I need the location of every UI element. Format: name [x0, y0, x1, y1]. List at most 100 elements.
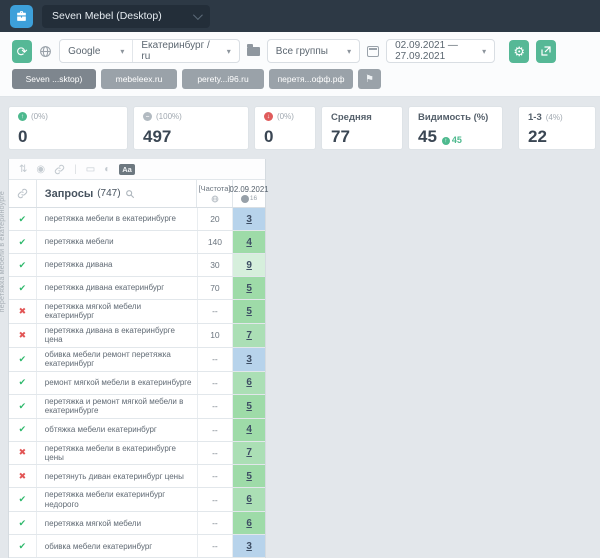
queries-column-header[interactable]: Запросы (747): [37, 180, 197, 207]
search-engine-value: Google: [68, 46, 100, 57]
settings-button[interactable]: ⚙: [509, 40, 529, 63]
position-link[interactable]: 3: [246, 541, 252, 552]
flag-button[interactable]: ⚑: [358, 69, 381, 89]
arrow-down-icon: ↓: [264, 112, 273, 121]
refresh-icon: ⟳: [17, 45, 28, 58]
position-link[interactable]: 7: [246, 330, 252, 341]
position-link[interactable]: 6: [246, 377, 252, 388]
competitor-tab[interactable]: perety...i96.ru: [182, 69, 264, 89]
table-row[interactable]: перетяжка и ремонт мягкой мебели в екате…: [9, 395, 265, 419]
status-icon: [19, 542, 27, 551]
frequency-value: --: [198, 442, 234, 465]
position-link[interactable]: 5: [246, 401, 252, 412]
table-row[interactable]: обивка мебели екатеринбург -- 3: [9, 535, 265, 558]
globe-icon[interactable]: [39, 45, 52, 58]
card-improved[interactable]: ↑(0%) 0: [8, 106, 128, 150]
sort-icon[interactable]: ⇅: [19, 164, 27, 175]
card-visibility[interactable]: Видимость (%) 45 ↑45: [408, 106, 503, 150]
positions-table: ⇅ ◉ | ▭ ◐ Aa Запросы (747): [8, 159, 266, 558]
refresh-button[interactable]: ⟳: [12, 40, 32, 63]
query-text: перетяжка дивана в екатеринбурге цена: [45, 326, 193, 345]
frequency-column-header[interactable]: [Частота]: [197, 180, 233, 207]
projects-button[interactable]: [10, 5, 33, 28]
card-average[interactable]: Средняя 77: [321, 106, 403, 150]
card-top3[interactable]: 1-3(4%) 22: [518, 106, 596, 150]
position-link[interactable]: 5: [246, 306, 252, 317]
status-icon: [19, 307, 27, 316]
query-text: перетяжка мебели екатеринбург недорого: [45, 490, 193, 509]
search-icon[interactable]: [125, 189, 135, 199]
search-engine-select[interactable]: Google ▾: [60, 40, 132, 62]
table-row[interactable]: перетяжка мебели в екатеринбурге 20 3: [9, 208, 265, 231]
table-row[interactable]: перетяжка мебели екатеринбург недорого -…: [9, 488, 265, 512]
table-row[interactable]: перетяжка мягкой мебели екатеринбург -- …: [9, 300, 265, 324]
position-link[interactable]: 4: [246, 237, 252, 248]
card-unchanged[interactable]: –(100%) 497: [133, 106, 249, 150]
card-declined[interactable]: ↓(0%) 0: [254, 106, 316, 150]
frequency-value: 10: [198, 324, 234, 347]
competitor-tab[interactable]: перетя...офф.рф: [269, 69, 353, 89]
table-row[interactable]: перетяжка мебели в екатеринбурге цены --…: [9, 442, 265, 466]
target-icon[interactable]: ◉: [36, 164, 45, 175]
card-value: 77: [331, 128, 393, 145]
status-icon: [19, 284, 27, 293]
snippet-icon[interactable]: ▭: [86, 164, 95, 175]
position-link[interactable]: 9: [246, 260, 252, 271]
main-area: перетяжка мебели в екатеринбурге ⇅ ◉ | ▭…: [0, 159, 600, 558]
frequency-value: --: [198, 512, 234, 534]
region-select[interactable]: Екатеринбург / ru ▾: [132, 40, 238, 62]
query-text: перетяжка мягкой мебели екатеринбург: [45, 302, 193, 321]
status-icon: [19, 519, 27, 528]
position-link[interactable]: 4: [246, 424, 252, 435]
position-link[interactable]: 5: [246, 471, 252, 482]
globe-icon: [211, 195, 219, 203]
frequency-value: --: [198, 535, 234, 557]
table-row[interactable]: перетяжка дивана екатеринбург 70 5: [9, 277, 265, 300]
groups-select[interactable]: Все группы ▾: [267, 39, 360, 63]
text-style-icon[interactable]: Aa: [119, 164, 135, 175]
competitor-tab[interactable]: mebeleex.ru: [101, 69, 177, 89]
position-link[interactable]: 3: [246, 354, 252, 365]
table-row[interactable]: обивка мебели ремонт перетяжка екатеринб…: [9, 348, 265, 372]
card-value: 0: [18, 128, 118, 145]
frequency-value: --: [198, 300, 234, 323]
query-text: обтяжка мебели екатеринбург: [45, 425, 157, 434]
briefcase-icon: [15, 10, 28, 23]
table-row[interactable]: обтяжка мебели екатеринбург -- 4: [9, 419, 265, 442]
status-icon: [19, 355, 27, 364]
date-range-select[interactable]: 02.09.2021 — 27.09.2021 ▾: [386, 39, 495, 63]
status-icon: [19, 331, 27, 340]
competitor-tab[interactable]: Seven ...sktop): [12, 69, 96, 89]
position-link[interactable]: 7: [246, 447, 252, 458]
query-text: перетяжка мебели: [45, 237, 114, 246]
table-body: перетяжка мебели в екатеринбурге 20 3 пе…: [9, 208, 265, 558]
flat-icon: –: [143, 112, 152, 121]
calendar-icon[interactable]: [367, 46, 379, 57]
groups-value: Все группы: [276, 46, 328, 57]
export-button[interactable]: [536, 40, 556, 63]
table-row[interactable]: перетяжка дивана в екатеринбурге цена 10…: [9, 324, 265, 348]
frequency-value: --: [198, 348, 234, 371]
link-icon[interactable]: [54, 164, 65, 175]
table-row[interactable]: ремонт мягкой мебели в екатеринбурге -- …: [9, 372, 265, 395]
query-text: перетяжка дивана екатеринбург: [45, 283, 164, 292]
chevron-down-icon: ▾: [120, 47, 124, 56]
position-link[interactable]: 6: [246, 494, 252, 505]
frequency-value: --: [198, 419, 234, 441]
link-column-header[interactable]: [9, 180, 37, 207]
table-row[interactable]: перетянуть диван екатеринбург цены -- 5: [9, 465, 265, 488]
project-selector[interactable]: Seven Mebel (Desktop): [42, 5, 210, 28]
frequency-value: --: [198, 395, 234, 418]
region-value: Екатеринбург / ru: [141, 40, 212, 62]
toolbar: ⟳ Google ▾ Екатеринбург / ru ▾ Все групп…: [0, 32, 600, 97]
table-row[interactable]: перетяжка мебели 140 4: [9, 231, 265, 254]
position-link[interactable]: 3: [246, 214, 252, 225]
chevron-down-icon: ▾: [482, 47, 486, 56]
date-column-header[interactable]: 02.09.2021 16: [233, 180, 265, 207]
position-link[interactable]: 5: [246, 283, 252, 294]
position-link[interactable]: 6: [246, 518, 252, 529]
contrast-icon[interactable]: ◐: [104, 164, 110, 175]
table-row[interactable]: перетяжка мягкой мебели -- 6: [9, 512, 265, 535]
folder-icon[interactable]: [247, 47, 260, 56]
table-row[interactable]: перетяжка дивана 30 9: [9, 254, 265, 277]
